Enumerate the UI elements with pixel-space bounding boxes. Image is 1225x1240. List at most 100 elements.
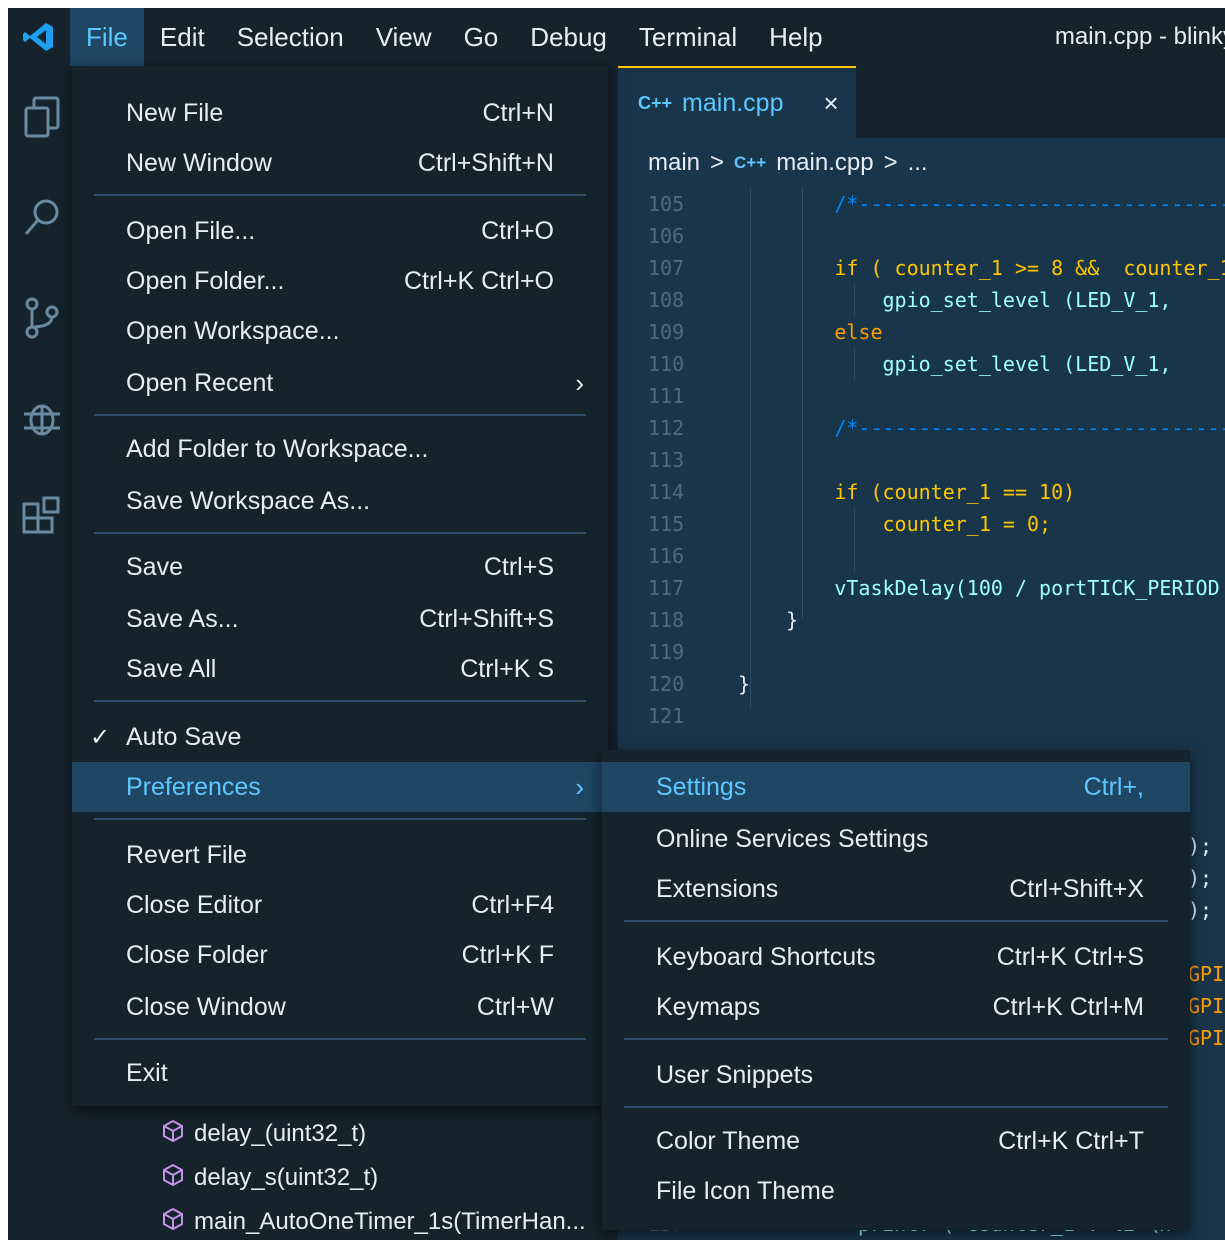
menu-item-keymaps[interactable]: Keymaps Ctrl+K Ctrl+M — [602, 982, 1190, 1032]
menu-item-label: New File — [126, 98, 224, 127]
menu-item-add-folder[interactable]: Add Folder to Workspace... — [72, 424, 608, 474]
menu-item-label: Open Folder... — [126, 266, 285, 295]
menu-separator — [94, 414, 586, 416]
menu-separator — [94, 194, 586, 196]
menu-item-close-window[interactable]: Close Window Ctrl+W — [72, 982, 608, 1032]
code-text: ); — [1188, 834, 1213, 858]
menu-item-new-file[interactable]: New File Ctrl+N — [72, 88, 608, 138]
code-text: if (counter_1 == 10) — [738, 480, 1076, 504]
line-number: 108 — [648, 288, 685, 312]
menu-item-shortcut: Ctrl+S — [483, 552, 554, 581]
menu-item-close-editor[interactable]: Close Editor Ctrl+F4 — [72, 880, 608, 930]
menu-file[interactable]: File — [70, 8, 144, 66]
line-number: 116 — [648, 544, 685, 568]
menu-item-label: Keymaps — [656, 992, 761, 1021]
method-icon — [162, 1207, 184, 1238]
menu-item-label: File Icon Theme — [656, 1176, 835, 1205]
code-line: 118 } — [618, 604, 1225, 636]
menu-item-open-workspace[interactable]: Open Workspace... — [72, 306, 608, 356]
explorer-icon[interactable] — [22, 96, 62, 140]
code-text: GPI — [1188, 994, 1225, 1018]
menu-item-shortcut: Ctrl+, — [1083, 772, 1144, 801]
source-control-icon[interactable] — [22, 296, 62, 340]
extensions-icon[interactable] — [22, 496, 62, 540]
breadcrumb-file[interactable]: main.cpp — [776, 149, 873, 177]
search-icon[interactable] — [22, 196, 62, 240]
close-icon[interactable]: × — [823, 88, 838, 119]
outline-item[interactable]: delay_(uint32_t) — [162, 1116, 366, 1152]
debug-icon[interactable] — [22, 396, 62, 440]
menu-item-open-folder[interactable]: Open Folder... Ctrl+K Ctrl+O — [72, 256, 608, 306]
line-number: 115 — [648, 512, 685, 536]
menu-item-shortcut: Ctrl+K F — [461, 940, 554, 969]
menu-terminal[interactable]: Terminal — [623, 8, 753, 66]
menu-item-close-folder[interactable]: Close Folder Ctrl+K F — [72, 930, 608, 980]
menu-separator — [624, 1106, 1168, 1108]
menu-item-color-theme[interactable]: Color Theme Ctrl+K Ctrl+T — [602, 1116, 1190, 1166]
code-text: else — [738, 320, 883, 344]
menu-item-save[interactable]: Save Ctrl+S — [72, 542, 608, 592]
menu-separator — [624, 1038, 1168, 1040]
code-line: 105 /*----------------------------------… — [618, 188, 1225, 220]
menu-item-extensions[interactable]: Extensions Ctrl+Shift+X — [602, 864, 1190, 914]
menu-debug[interactable]: Debug — [514, 8, 623, 66]
menu-item-shortcut: Ctrl+Shift+S — [419, 604, 554, 633]
code-line: 109 else — [618, 316, 1225, 348]
menu-edit[interactable]: Edit — [144, 8, 221, 66]
menu-item-preferences[interactable]: Preferences › — [72, 762, 608, 812]
line-number: 118 — [648, 608, 685, 632]
code-line: 121 — [618, 700, 1225, 732]
outline-item[interactable]: delay_s(uint32_t) — [162, 1160, 378, 1196]
menu-item-label: Exit — [126, 1058, 168, 1087]
method-icon — [162, 1163, 184, 1194]
title-bar: File Edit Selection View Go Debug Termin… — [8, 8, 1225, 66]
menu-item-label: Save As... — [126, 604, 239, 633]
code-text: counter_1 = 0; — [738, 512, 1052, 536]
code-line: 113 — [618, 444, 1225, 476]
menu-item-file-icon-theme[interactable]: File Icon Theme — [602, 1166, 1190, 1216]
menu-go[interactable]: Go — [448, 8, 515, 66]
menu-item-save-workspace[interactable]: Save Workspace As... — [72, 476, 608, 526]
menu-item-revert-file[interactable]: Revert File — [72, 830, 608, 880]
menu-item-open-recent[interactable]: Open Recent › — [72, 358, 608, 408]
menu-item-settings[interactable]: Settings Ctrl+, — [602, 762, 1190, 812]
menu-item-label: Preferences — [126, 772, 261, 801]
menu-item-label: New Window — [126, 148, 272, 177]
cpp-file-icon: C++ — [734, 153, 767, 172]
check-icon: ✓ — [90, 723, 111, 751]
menu-item-keyboard-shortcuts[interactable]: Keyboard Shortcuts Ctrl+K Ctrl+S — [602, 932, 1190, 982]
menu-item-save-as[interactable]: Save As... Ctrl+Shift+S — [72, 594, 608, 644]
menu-item-shortcut: Ctrl+W — [476, 992, 554, 1021]
menu-item-shortcut: Ctrl+K S — [460, 654, 554, 683]
menu-help[interactable]: Help — [753, 8, 838, 66]
breadcrumb-folder[interactable]: main — [648, 149, 700, 177]
menu-item-label: Online Services Settings — [656, 824, 929, 853]
outline-item-label: delay_(uint32_t) — [194, 1120, 367, 1147]
line-number: 110 — [648, 352, 685, 376]
menu-item-shortcut: Ctrl+F4 — [471, 890, 554, 919]
menu-selection[interactable]: Selection — [221, 8, 360, 66]
code-text: GPI — [1188, 1026, 1225, 1050]
tab-main-cpp[interactable]: C++ main.cpp × — [618, 66, 856, 138]
menu-item-label: Add Folder to Workspace... — [126, 434, 429, 463]
code-text: /*--------------------------------------… — [834, 192, 1225, 216]
menu-item-save-all[interactable]: Save All Ctrl+K S — [72, 644, 608, 694]
code-line: 112 /*----------------------------------… — [618, 412, 1225, 444]
code-text: } — [738, 608, 799, 632]
breadcrumb: main > C++ main.cpp > ... — [618, 138, 1225, 188]
menu-item-auto-save[interactable]: ✓ Auto Save — [72, 712, 608, 762]
vscode-logo-icon — [8, 8, 70, 66]
outline-item[interactable]: main_AutoOneTimer_1s(TimerHan... — [162, 1204, 586, 1240]
code-line: 107 if ( counter_1 >= 8 && counter_1 — [618, 252, 1225, 284]
menu-item-label: User Snippets — [656, 1060, 814, 1089]
line-number: 106 — [648, 224, 685, 248]
breadcrumb-symbol[interactable]: ... — [908, 149, 928, 177]
code-text: vTaskDelay(100 / portTICK_PERIOD — [738, 576, 1220, 600]
menu-item-user-snippets[interactable]: User Snippets — [602, 1050, 1190, 1100]
code-text: } — [738, 672, 751, 696]
menu-view[interactable]: View — [360, 8, 448, 66]
menu-item-new-window[interactable]: New Window Ctrl+Shift+N — [72, 138, 608, 188]
menu-item-open-file[interactable]: Open File... Ctrl+O — [72, 206, 608, 256]
menu-item-exit[interactable]: Exit — [72, 1048, 608, 1098]
menu-item-online-services-settings[interactable]: Online Services Settings — [602, 814, 1190, 864]
